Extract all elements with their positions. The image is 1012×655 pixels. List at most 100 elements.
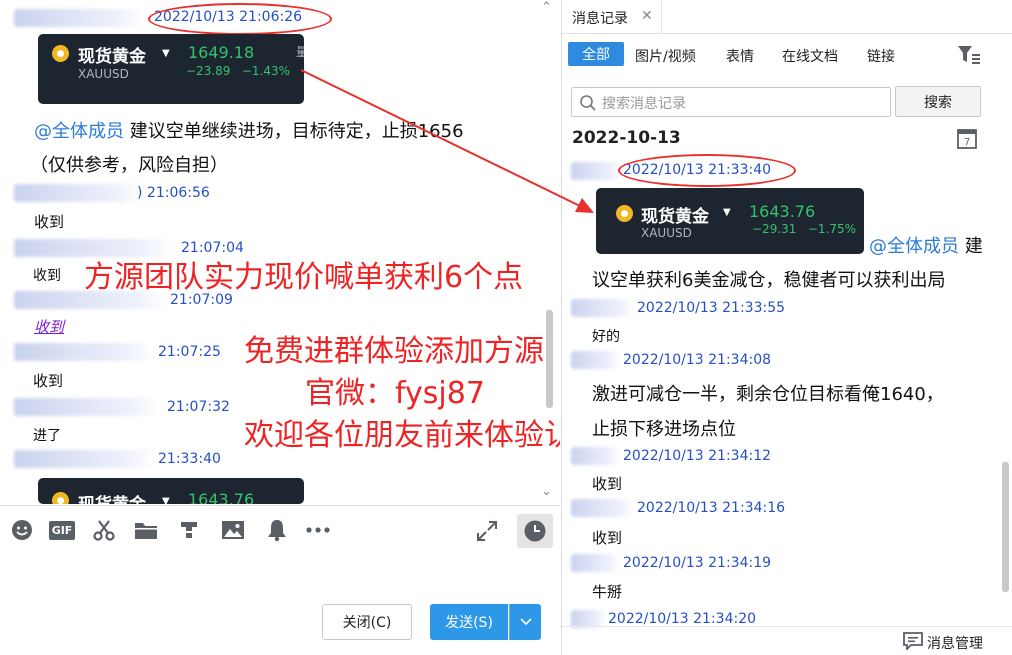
gold-coin-icon: ●	[52, 45, 69, 62]
quote-change-value: −23.89	[186, 64, 231, 78]
history-clock-icon[interactable]	[517, 514, 553, 548]
gif-icon[interactable]: GIF	[48, 517, 76, 543]
message-line: 议空单获利6美金减仓，稳健者可以获利出局	[592, 270, 946, 291]
sender-name-blurred	[14, 398, 159, 416]
search-icon	[580, 95, 596, 111]
filter-tab-stickers[interactable]: 表情	[726, 46, 754, 66]
folder-icon[interactable]	[133, 517, 159, 543]
svg-text:7: 7	[964, 137, 970, 148]
message-line: （仅供参考，风险自担）	[30, 155, 228, 176]
sender-name-blurred	[14, 9, 144, 27]
filter-tab-media[interactable]: 图片/视频	[635, 46, 696, 66]
message-manage-link[interactable]: 消息管理	[927, 633, 983, 653]
message-text: 收到	[34, 213, 65, 231]
sender-name-blurred	[14, 450, 154, 468]
message-text: 收到	[592, 529, 623, 547]
bell-icon[interactable]	[264, 517, 290, 543]
tab-divider	[661, 0, 662, 34]
mention-all[interactable]: @全体成员	[869, 236, 959, 257]
overlay-line: 欢迎各位朋友前来体验认证	[244, 418, 560, 453]
caret-down-icon: ▼	[162, 48, 170, 59]
message-timestamp: 2022/10/13 21:34:20	[608, 611, 757, 627]
search-button[interactable]: 搜索	[895, 86, 981, 117]
quote-price: 1643.76	[749, 202, 816, 221]
send-options-chevron-icon[interactable]	[509, 604, 541, 640]
more-icon[interactable]	[304, 517, 332, 543]
close-tab-icon[interactable]: ✕	[641, 8, 653, 24]
sender-name-blurred	[14, 184, 142, 202]
gold-coin-icon: ●	[616, 205, 633, 222]
mention-all[interactable]: @全体成员	[34, 121, 124, 142]
filter-funnel-icon[interactable]	[957, 44, 981, 70]
search-input[interactable]: 搜索消息记录	[571, 87, 891, 117]
quote-symbol: XAUUSD	[78, 67, 129, 81]
quote-change: −23.89 −1.43%	[186, 64, 290, 78]
message-line: 激进可减仓一半，剩余仓位目标看俺1640，	[592, 384, 944, 405]
filter-tab-all[interactable]: 全部	[568, 42, 624, 66]
quote-change-pct: −1.43%	[241, 64, 291, 78]
gold-quote-card[interactable]: ● 现货黄金 ▼ XAUUSD 1649.18 −23.89 −1.43% 量	[38, 34, 304, 104]
image-icon[interactable]	[220, 517, 246, 543]
message-timestamp: 2022/10/13 21:34:19	[623, 555, 772, 571]
date-header: 2022-10-13	[572, 128, 681, 148]
filter-tab-docs[interactable]: 在线文档	[782, 46, 838, 66]
overlay-headline: 方源团队实力现价喊单获利6个点	[84, 260, 524, 295]
message-text: 收到	[592, 475, 623, 493]
message-timestamp: 21:07:32	[167, 399, 230, 415]
sender-name-blurred	[571, 447, 619, 465]
expand-icon[interactable]	[474, 518, 500, 544]
message-timestamp: 2022/10/13 21:34:16	[637, 500, 786, 516]
caret-down-icon: ▼	[162, 496, 170, 504]
message-text: @全体成员 建	[869, 232, 983, 258]
sender-name-blurred	[571, 499, 633, 517]
history-scrollbar[interactable]	[1002, 462, 1009, 592]
history-tab-bar	[562, 0, 1012, 34]
history-tab-title[interactable]: 消息记录	[572, 8, 628, 28]
timestamp-prefix: )	[137, 185, 143, 201]
message-timestamp: 21:07:25	[158, 344, 221, 360]
gold-quote-card[interactable]: ● 现货黄金 ▼ 1643.76	[38, 478, 304, 504]
message-text: 收到	[33, 372, 64, 390]
message-manage-icon[interactable]	[903, 632, 923, 654]
collapse-icon[interactable]: ⌃	[541, 0, 552, 15]
quote-price: 1649.18	[188, 43, 255, 62]
overlay-line: 官微：fysj87	[305, 376, 485, 411]
overlay-line: 免费进群体验添加方源	[244, 334, 544, 369]
calendar-icon[interactable]: 7	[957, 127, 977, 153]
gold-coin-icon: ●	[52, 492, 69, 504]
input-divider	[0, 505, 560, 506]
gold-quote-card[interactable]: ● 现货黄金 ▼ XAUUSD 1643.76 −29.31 −1.75%	[596, 188, 864, 254]
gif-label: GIF	[48, 520, 76, 540]
message-text: 牛掰	[592, 583, 623, 601]
quote-change: −29.31 −1.75%	[752, 222, 856, 236]
music-icon[interactable]	[176, 517, 202, 543]
sender-name-blurred	[571, 554, 619, 572]
message-timestamp: ) 21:06:56	[137, 185, 210, 201]
message-text: 收到	[33, 268, 61, 284]
quote-change-value: −29.31	[752, 222, 797, 236]
annotation-circle	[148, 3, 332, 35]
message-text: 好的	[592, 329, 620, 345]
sender-name-blurred	[571, 162, 621, 180]
quote-change-pct: −1.75%	[807, 222, 857, 236]
footer-divider	[562, 626, 1012, 627]
quote-name: 现货黄金	[78, 47, 146, 67]
message-timestamp: 21:33:40	[158, 451, 221, 467]
sender-name-blurred	[571, 351, 619, 369]
search-placeholder: 搜索消息记录	[602, 96, 686, 112]
close-button[interactable]: 关闭(C)	[322, 604, 412, 640]
send-button[interactable]: 发送(S)	[430, 604, 508, 640]
sender-name-blurred	[571, 299, 633, 317]
sender-name-blurred	[14, 343, 154, 361]
collapse-icon[interactable]: ⌄	[541, 484, 552, 499]
scissors-icon[interactable]	[91, 517, 117, 543]
message-text: 收到	[34, 318, 65, 336]
quote-name: 现货黄金	[641, 207, 709, 227]
message-timestamp: 2022/10/13 21:33:55	[637, 300, 786, 316]
chat-pane: 2022/10/13 21:06:26 ⌃ ● 现货黄金 ▼ XAUUSD 16…	[0, 0, 560, 655]
message-line: 建	[964, 236, 983, 257]
filter-tab-links[interactable]: 链接	[867, 46, 895, 66]
chat-scrollbar[interactable]	[546, 310, 553, 408]
message-timestamp: 2022/10/13 21:34:12	[623, 448, 772, 464]
emoji-icon[interactable]	[9, 517, 35, 543]
